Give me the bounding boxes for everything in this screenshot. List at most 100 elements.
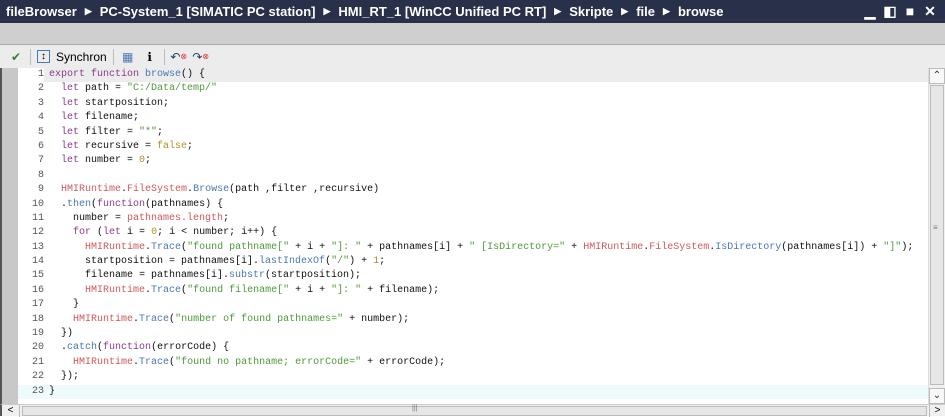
code-line[interactable]: 19 }) <box>18 327 928 341</box>
code-token: HMIRuntime <box>49 241 146 253</box>
code-editor[interactable]: 1 export function browse() {2 let path = … <box>0 68 945 404</box>
grid-icon[interactable]: ▦ <box>120 49 136 65</box>
horizontal-scrollbar[interactable]: < ||| > <box>0 404 945 417</box>
code-token: ); <box>901 241 914 253</box>
code-token: ; <box>145 155 152 167</box>
vertical-scrollbar[interactable]: ⌃ ≡ ⌄ <box>928 68 945 404</box>
code-token: "*" <box>139 126 158 138</box>
code-line[interactable]: 13 HMIRuntime.Trace("found pathname[" + … <box>18 241 928 255</box>
code-token: ; i < number; i++) { <box>157 227 278 239</box>
code-token: "found no pathname; errorCode=" <box>175 356 362 368</box>
line-number: 15 <box>31 270 44 282</box>
code-lines[interactable]: 1 export function browse() {2 let path = … <box>18 68 928 399</box>
scroll-right-icon[interactable]: > <box>929 405 945 417</box>
code-token: substr <box>229 270 266 282</box>
code-token: + filename); <box>361 284 440 296</box>
check-script-icon[interactable]: ✔ <box>8 49 24 65</box>
scrollbar-thumb[interactable] <box>22 406 927 416</box>
code-line[interactable]: 5 let filter = "*"; <box>18 126 928 140</box>
line-number: 13 <box>31 241 44 253</box>
code-token: (path ,filter ,recursive) <box>229 184 380 196</box>
scroll-down-icon[interactable]: ⌄ <box>929 388 945 404</box>
code-line[interactable]: 1 export function browse() { <box>18 68 928 83</box>
line-number: 16 <box>31 284 44 296</box>
synchron-button[interactable]: Synchron <box>56 50 107 64</box>
breadcrumb-item[interactable]: PC-System_1 [SIMATIC PC station] <box>100 4 316 19</box>
breadcrumb-item[interactable]: fileBrowser <box>6 4 77 19</box>
code-text: number = pathnames.length; <box>44 212 928 226</box>
code-text: }); <box>44 370 928 384</box>
code-token: FileSystem <box>649 241 710 253</box>
code-token: let <box>49 97 86 109</box>
code-line[interactable]: 18 HMIRuntime.Trace("number of found pat… <box>18 313 928 327</box>
code-token: HMIRuntime <box>49 313 134 325</box>
code-token: + i + <box>289 241 332 253</box>
code-token: ; <box>379 256 386 268</box>
synchron-icon[interactable]: ↕ <box>37 50 50 63</box>
breadcrumb-item[interactable]: file <box>636 4 655 19</box>
info-icon[interactable]: ℹ <box>142 49 158 65</box>
code-line[interactable]: 8 <box>18 169 928 183</box>
code-line[interactable]: 3 let startposition; <box>18 97 928 111</box>
code-token: Trace <box>139 313 170 325</box>
code-token: " [IsDirectory=" <box>469 241 566 253</box>
code-line[interactable]: 22 }); <box>18 370 928 384</box>
code-line[interactable]: 6 let recursive = false; <box>18 140 928 154</box>
line-number: 1 <box>37 69 44 80</box>
line-number: 2 <box>37 83 44 95</box>
maximize-icon[interactable]: ■ <box>903 4 917 18</box>
code-token: number = <box>85 155 140 167</box>
code-line[interactable]: 9 HMIRuntime.FileSystem.Browse(path ,fil… <box>18 183 928 197</box>
code-token: browse <box>145 69 182 80</box>
code-token: ; <box>223 212 230 224</box>
code-text: let number = 0; <box>44 154 928 168</box>
breadcrumb-item[interactable]: browse <box>678 4 724 19</box>
float-icon[interactable]: ◧ <box>883 4 897 18</box>
code-token: startposition; <box>85 97 170 109</box>
code-line[interactable]: 11 number = pathnames.length; <box>18 212 928 226</box>
breadcrumb-separator-icon: ▶ <box>84 6 92 16</box>
line-number: 10 <box>31 198 44 210</box>
code-token: "found filename[" <box>187 284 290 296</box>
code-line[interactable]: 12 for (let i = 0; i < number; i++) { <box>18 226 928 240</box>
code-text: HMIRuntime.Trace("found pathname[" + i +… <box>44 241 928 255</box>
code-line[interactable]: 16 HMIRuntime.Trace("found filename[" + … <box>18 284 928 298</box>
code-line[interactable]: 20 .catch(function(errorCode) { <box>18 341 928 355</box>
code-token: + errorCode); <box>361 356 446 368</box>
code-text: HMIRuntime.Trace("number of found pathna… <box>44 313 928 327</box>
code-token: "/" <box>331 256 350 268</box>
line-number: 9 <box>37 184 44 196</box>
code-line[interactable]: 23} <box>18 384 928 399</box>
code-line[interactable]: 2 let path = "C:/Data/temp/" <box>18 82 928 96</box>
scroll-left-icon[interactable]: < <box>2 405 20 417</box>
scrollbar-thumb[interactable] <box>930 85 944 385</box>
code-line[interactable]: 15 filename = pathnames[i].substr(startp… <box>18 269 928 283</box>
toolbar-divider <box>112 48 114 65</box>
close-icon[interactable]: ✕ <box>923 4 937 18</box>
code-token: pathnames.length <box>127 212 224 224</box>
code-token: () { <box>181 69 206 80</box>
code-line[interactable]: 21 HMIRuntime.Trace("found no pathname; … <box>18 356 928 370</box>
editor-gutter <box>2 68 18 404</box>
code-token: number = <box>49 212 128 224</box>
code-line[interactable]: 4 let filename; <box>18 111 928 125</box>
undo-delete-icon[interactable]: ↶ ⊗ <box>170 49 187 65</box>
code-line[interactable]: 7 let number = 0; <box>18 154 928 168</box>
redo-delete-icon[interactable]: ↷ ⊗ <box>192 49 209 65</box>
scroll-up-icon[interactable]: ⌃ <box>929 68 945 84</box>
code-line[interactable]: 14 startposition = pathnames[i].lastInde… <box>18 255 928 269</box>
code-text: .then(function(pathnames) { <box>44 198 928 212</box>
breadcrumb-item[interactable]: Skripte <box>569 4 613 19</box>
line-number: 20 <box>31 342 44 354</box>
code-token: let <box>49 83 86 95</box>
breadcrumb-item[interactable]: HMI_RT_1 [WinCC Unified PC RT] <box>338 4 546 19</box>
code-token: } <box>49 299 80 311</box>
minimize-icon[interactable]: ▁ <box>863 4 877 18</box>
code-token: "]" <box>883 241 902 253</box>
code-token: (errorCode) { <box>151 342 230 354</box>
code-line[interactable]: 17 } <box>18 298 928 312</box>
code-line[interactable]: 10 .then(function(pathnames) { <box>18 198 928 212</box>
code-token: "number of found pathnames=" <box>175 313 344 325</box>
code-token: then <box>67 198 92 210</box>
code-token: IsDirectory <box>715 241 782 253</box>
